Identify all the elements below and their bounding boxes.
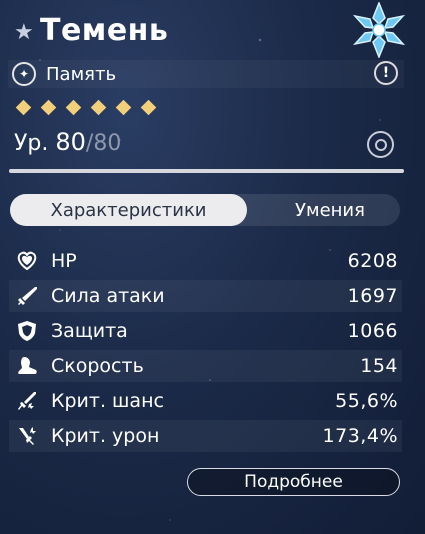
- rarity-diamond-icon: [140, 99, 157, 116]
- info-button[interactable]: !: [374, 61, 398, 85]
- stat-row-crit-damage: Крит. урон 173,4%: [9, 420, 402, 452]
- tab-skills[interactable]: Умения: [260, 194, 400, 226]
- level-display: Ур. 80/80: [14, 128, 121, 156]
- ice-element-icon: [352, 2, 406, 58]
- memory-path-icon: ✦: [12, 62, 36, 86]
- level-search-icon[interactable]: [367, 131, 394, 158]
- rarity-diamond-icon: [115, 99, 132, 116]
- rarity-diamond-icon: [90, 99, 107, 116]
- stat-row-hp: HP 6208: [9, 245, 402, 277]
- stat-value: 1066: [347, 320, 398, 342]
- stat-value: 154: [360, 355, 398, 377]
- stat-value: 173,4%: [322, 425, 398, 447]
- level-current: 80: [55, 128, 86, 156]
- character-name: Темень: [40, 13, 169, 48]
- tab-bar: Характеристики Умения: [10, 194, 400, 226]
- stat-value: 6208: [347, 250, 398, 272]
- boot-icon: [15, 354, 39, 378]
- stat-value: 55,6%: [335, 390, 398, 412]
- role-label: Память: [46, 63, 117, 85]
- rarity-diamond-icon: [65, 99, 82, 116]
- stat-row-crit-rate: Крит. шанс 55,6%: [9, 385, 402, 417]
- heart-icon: [15, 249, 39, 273]
- stat-label: Сила атаки: [51, 285, 165, 307]
- stat-label: Крит. шанс: [51, 390, 164, 412]
- rarity-diamond-icon: [15, 99, 32, 116]
- rarity-diamond-icon: [40, 99, 57, 116]
- rarity-stars: [14, 98, 158, 117]
- shield-icon: [15, 319, 39, 343]
- stat-row-defense: Защита 1066: [9, 315, 402, 347]
- stat-label: HP: [51, 250, 77, 272]
- level-progress-fill: [9, 169, 404, 173]
- crit-rate-icon: [15, 389, 39, 413]
- tab-attributes[interactable]: Характеристики: [10, 194, 247, 226]
- stat-value: 1697: [347, 285, 398, 307]
- crit-damage-icon: [15, 424, 39, 448]
- sword-icon: [15, 284, 39, 308]
- stat-label: Скорость: [51, 355, 144, 377]
- stat-row-attack: Сила атаки 1697: [9, 280, 402, 312]
- favorite-star-icon[interactable]: ★: [14, 22, 34, 44]
- level-prefix: Ур.: [14, 131, 49, 156]
- stat-row-speed: Скорость 154: [9, 350, 402, 382]
- stat-label: Защита: [51, 320, 128, 342]
- level-progress-bar: [9, 169, 404, 173]
- stat-label: Крит. урон: [51, 425, 160, 447]
- level-max: /80: [85, 131, 122, 156]
- details-button[interactable]: Подробнее: [187, 468, 400, 496]
- role-row: ✦ Память !: [8, 60, 404, 88]
